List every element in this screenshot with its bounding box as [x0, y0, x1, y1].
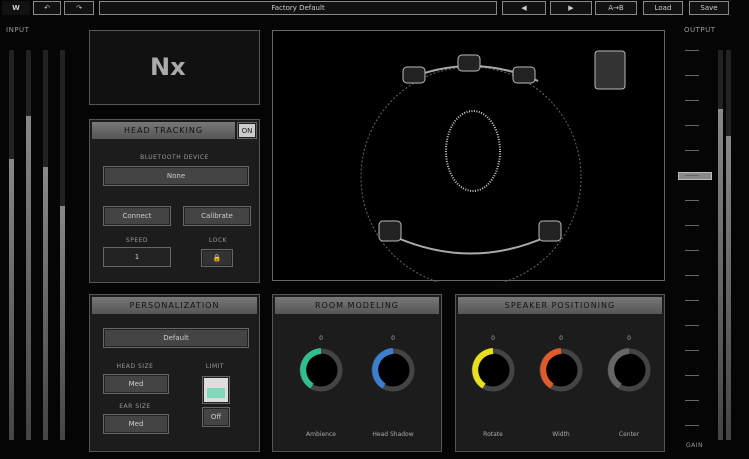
scale-tick [685, 350, 699, 351]
lock-label: LOCK [209, 237, 227, 244]
head-size-label: HEAD SIZE [116, 363, 154, 370]
scale-tick [685, 100, 699, 101]
speaker-right-surround [538, 220, 562, 242]
limit-value[interactable]: Off [203, 408, 229, 426]
speaker-left-front [402, 66, 426, 84]
meter-channel [9, 50, 14, 440]
meter-channel [718, 50, 723, 440]
head-tracking-title: HEAD TRACKING [92, 122, 235, 139]
knob-value: 0 [319, 335, 323, 342]
knob-value: 0 [491, 335, 495, 342]
scale-tick [685, 400, 699, 401]
head-display [272, 30, 665, 288]
calibrate-button[interactable]: Calibrate [184, 207, 250, 225]
meter-fill [9, 159, 14, 440]
knob-label: Head Shadow [372, 431, 414, 438]
next-preset-button[interactable]: ▶ [550, 1, 592, 15]
scale-tick [685, 200, 699, 201]
knob-dial[interactable] [368, 345, 418, 395]
waves-logo[interactable]: W [2, 1, 30, 15]
output-gain-fader[interactable] [678, 172, 712, 180]
speaker-left-surround [378, 220, 402, 242]
speaker-positioning-panel: SPEAKER POSITIONING 0 Rotate 0 Width 0 Cen… [455, 294, 665, 452]
limit-toggle[interactable] [203, 377, 229, 403]
limit-label: LIMIT [205, 363, 225, 370]
knob-rotate[interactable]: 0 Rotate [468, 335, 518, 445]
speed-field[interactable]: 1 [104, 248, 170, 266]
meter-channel [726, 50, 731, 440]
scale-tick [685, 75, 699, 76]
head-icon [445, 110, 501, 192]
undo-button[interactable]: ↶ [33, 1, 61, 15]
meter-fill [60, 206, 65, 440]
personalization-panel: PERSONALIZATION Default HEAD SIZE Med EA… [89, 294, 260, 452]
knob-dial[interactable] [536, 345, 586, 395]
meter-fill [26, 116, 31, 440]
speaker-right-front [512, 66, 536, 84]
load-button[interactable]: Load [643, 1, 683, 15]
meter-channel [26, 50, 31, 440]
scale-tick [685, 175, 699, 176]
head-tracking-toggle[interactable]: ON [238, 123, 256, 138]
head-tracking-panel: HEAD TRACKING ON BLUETOOTH DEVICE None C… [89, 119, 260, 283]
knob-width[interactable]: 0 Width [536, 335, 586, 445]
knob-label: Width [552, 431, 570, 438]
ear-size-field[interactable]: Med [104, 415, 168, 433]
meter-channel [43, 50, 48, 440]
ear-size-label: EAR SIZE [119, 403, 151, 410]
logo-panel: Nx [89, 30, 260, 105]
knob-dial[interactable] [296, 345, 346, 395]
room-modeling-title: ROOM MODELING [275, 297, 439, 314]
room-modeling-panel: ROOM MODELING 0 Ambience 0 Head Shadow [272, 294, 442, 452]
knob-center[interactable]: 0 Center [604, 335, 654, 445]
nx-logo: Nx [150, 53, 186, 81]
personalization-title: PERSONALIZATION [92, 297, 257, 314]
knob-label: Rotate [483, 431, 503, 438]
redo-button[interactable]: ↷ [64, 1, 94, 15]
scale-tick [685, 425, 699, 426]
knob-label: Center [618, 431, 640, 438]
knob-label: Ambience [306, 431, 336, 438]
scale-tick [685, 50, 699, 51]
scale-tick [685, 325, 699, 326]
head-tracker-icon [594, 50, 626, 90]
lock-button[interactable]: 🔒 [202, 250, 232, 266]
speaker-center [457, 54, 481, 72]
scale-tick [685, 150, 699, 151]
knob-dial[interactable] [468, 345, 518, 395]
device-label: BLUETOOTH DEVICE [140, 154, 209, 161]
profile-select[interactable]: Default [104, 329, 248, 347]
knob-value: 0 [559, 335, 563, 342]
knob-dial[interactable] [604, 345, 654, 395]
scale-tick [685, 250, 699, 251]
scale-tick [685, 125, 699, 126]
lock-icon: 🔒 [212, 254, 222, 262]
meter-fill [726, 135, 731, 440]
knob-ambience[interactable]: 0 Ambience [296, 335, 346, 445]
head-size-field[interactable]: Med [104, 375, 168, 393]
meter-channel [60, 50, 65, 440]
output-label: OUTPUT [684, 26, 716, 34]
meter-fill [43, 167, 48, 440]
knob-value: 0 [627, 335, 631, 342]
ab-compare-button[interactable]: A→B [595, 1, 637, 15]
prev-preset-button[interactable]: ◀ [502, 1, 546, 15]
head-visualization [360, 50, 626, 288]
speaker-positioning-title: SPEAKER POSITIONING [458, 297, 662, 314]
connect-button[interactable]: Connect [104, 207, 170, 225]
output-gain-label: GAIN [686, 442, 704, 449]
knob-value: 0 [391, 335, 395, 342]
meter-fill [718, 108, 723, 440]
preset-name-field[interactable]: Factory Default [99, 1, 497, 15]
scale-tick [685, 225, 699, 226]
scale-tick [685, 275, 699, 276]
knob-head-shadow[interactable]: 0 Head Shadow [368, 335, 418, 445]
device-select[interactable]: None [104, 167, 248, 185]
speed-label: SPEED [125, 237, 149, 244]
input-label: INPUT [6, 26, 30, 34]
save-button[interactable]: Save [689, 1, 729, 15]
scale-tick [685, 300, 699, 301]
scale-tick [685, 375, 699, 376]
